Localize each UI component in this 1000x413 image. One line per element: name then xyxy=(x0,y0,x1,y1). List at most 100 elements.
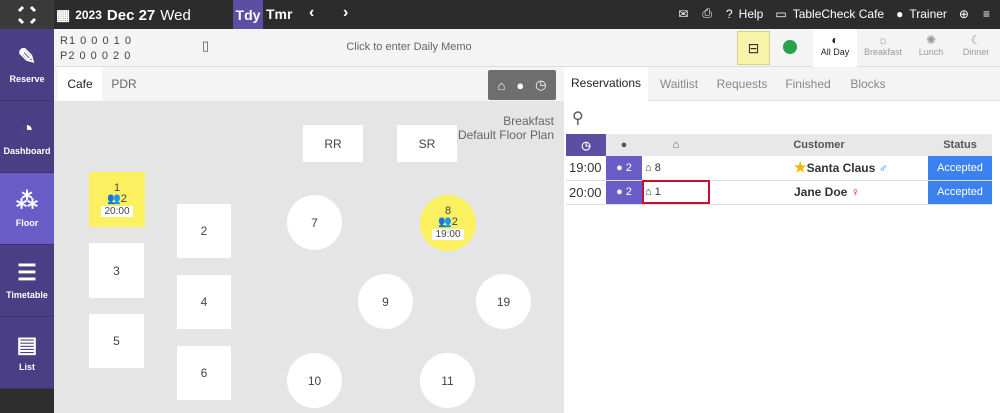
customer-name: Santa Claus xyxy=(806,161,876,176)
pax-count: 2 xyxy=(625,161,632,174)
table-11[interactable]: 11 xyxy=(420,353,475,408)
sidebar-item-dashboard[interactable]: ◔ Dashboard xyxy=(0,101,54,173)
table-19[interactable]: 19 xyxy=(476,274,531,329)
moon-icon: ☾ xyxy=(970,33,982,47)
tab-blocks[interactable]: Blocks xyxy=(843,67,893,101)
reservation-pax: ● 2 xyxy=(606,156,642,181)
reservations-table: ◷ ● ⌂ Customer Status 19:00 ● 2 ⌂ 8 ★San… xyxy=(566,134,992,205)
table-row[interactable]: 19:00 ● 2 ⌂ 8 ★Santa Claus ♂ Accepted xyxy=(566,156,992,181)
online-globe-icon[interactable] xyxy=(783,40,797,54)
print-icon[interactable]: ⎙ xyxy=(702,6,712,21)
floor-plan-name: Default Floor Plan xyxy=(457,128,554,142)
status-column-header[interactable]: Status xyxy=(928,134,992,156)
person-icon[interactable]: ● xyxy=(516,78,524,93)
reservation-table[interactable]: ⌂ 8 xyxy=(642,156,710,181)
user-icon[interactable]: ● xyxy=(896,7,903,21)
table-icon[interactable]: ⌂ xyxy=(497,78,505,93)
reservation-customer[interactable]: ★Santa Claus ♂ xyxy=(710,156,928,181)
search-icon[interactable]: ⚲ xyxy=(572,108,584,128)
app-logo-icon[interactable] xyxy=(0,0,54,29)
sidebar-item-timetable[interactable]: ☰ Timetable xyxy=(0,245,54,317)
meal-tab-breakfast[interactable]: ☼ Breakfast xyxy=(861,33,905,57)
memo-board-icon[interactable]: ⊟ xyxy=(737,31,770,65)
table-7[interactable]: 7 xyxy=(287,195,342,250)
reservation-customer[interactable]: Jane Doe ♀ xyxy=(710,180,928,205)
table-2[interactable]: 2 xyxy=(177,204,231,258)
tab-reservations[interactable]: Reservations xyxy=(564,67,648,101)
sidebar-item-label: Timetable xyxy=(6,289,48,300)
meal-tab-dinner[interactable]: ☾ Dinner xyxy=(954,33,998,57)
table-label: 2 xyxy=(200,224,208,238)
male-icon: ♂ xyxy=(878,161,888,176)
table-1-occupied[interactable]: 1 👥2 20:00 xyxy=(89,172,145,227)
sidebar-item-reserve[interactable]: ✎ Reserve xyxy=(0,29,54,101)
table-label: 4 xyxy=(200,295,208,309)
table-6[interactable]: 6 xyxy=(177,346,231,400)
table-label: 9 xyxy=(382,294,389,309)
table-sr[interactable]: SR xyxy=(397,125,457,162)
help-link[interactable]: Help xyxy=(739,7,764,21)
next-day-chevron-icon[interactable]: › xyxy=(343,4,348,22)
venue-icon[interactable]: ▭ xyxy=(775,7,786,21)
table-rr[interactable]: RR xyxy=(303,125,363,162)
sidebar-item-floor[interactable]: ⁂ Floor xyxy=(0,173,54,245)
pax-column-person-icon[interactable]: ● xyxy=(606,134,642,156)
table-5[interactable]: 5 xyxy=(89,314,144,368)
table-time: 20:00 xyxy=(101,205,133,217)
today-button[interactable]: Tdy xyxy=(233,0,263,29)
customer-name: Jane Doe xyxy=(794,185,848,199)
floor-icon: ⁂ xyxy=(16,187,38,213)
table-label: 7 xyxy=(311,215,318,230)
user-menu[interactable]: Trainer xyxy=(909,7,947,21)
status-strip: R1 0 0 0 1 0 P2 0 0 0 2 0 ▯ Click to ent… xyxy=(54,29,564,67)
language-globe-icon[interactable]: ⊕ xyxy=(959,7,969,21)
status-row-reservations: R1 0 0 0 1 0 xyxy=(60,35,132,47)
floor-view-toggle[interactable]: ⌂ ● ◷ xyxy=(488,70,556,100)
sidebar-item-label: List xyxy=(18,361,35,372)
venue-selector[interactable]: TableCheck Cafe xyxy=(793,7,884,21)
status-badge[interactable]: Accepted xyxy=(928,180,992,205)
help-icon[interactable]: ? xyxy=(726,7,733,21)
pax-count: 2 xyxy=(625,186,632,198)
sidebar-item-label: Floor xyxy=(15,217,39,228)
tomorrow-button[interactable]: Tmr xyxy=(266,6,292,22)
daily-memo-input[interactable]: Click to enter Daily Memo xyxy=(284,41,534,53)
clipboard-icon[interactable]: ▯ xyxy=(202,38,209,54)
mail-icon[interactable]: ✉ xyxy=(678,7,688,21)
clock-icon[interactable]: ◷ xyxy=(535,77,546,93)
date-label: Dec 27 xyxy=(106,6,156,24)
list-icon: ▤ xyxy=(16,331,38,357)
floor-tab-pdr[interactable]: PDR xyxy=(104,67,144,101)
top-bar: ▦ 2023 Dec 27 Wed Tdy Tmr ‹ › ✉ ⎙ ? Help… xyxy=(0,0,1000,29)
table-9[interactable]: 9 xyxy=(358,274,413,329)
prev-day-chevron-icon[interactable]: ‹ xyxy=(309,4,314,22)
table-3[interactable]: 3 xyxy=(89,243,144,298)
table-4[interactable]: 4 xyxy=(177,275,231,329)
tab-finished[interactable]: Finished xyxy=(780,67,836,101)
guests-icon: 👥2 xyxy=(438,216,458,228)
sidebar-item-list[interactable]: ▤ List xyxy=(0,317,54,389)
reservation-time: 20:00 xyxy=(566,180,606,205)
table-label: SR xyxy=(418,136,436,151)
weekday-label: Wed xyxy=(160,6,191,24)
female-icon: ♀ xyxy=(850,185,860,199)
table-8-occupied[interactable]: 8 👥2 19:00 xyxy=(420,195,476,251)
customer-column-header[interactable]: Customer xyxy=(710,134,928,156)
clock-icon[interactable]: ◷ xyxy=(566,134,606,156)
hamburger-menu-icon[interactable]: ≡ xyxy=(983,7,990,21)
meal-tab-lunch[interactable]: ✺ Lunch xyxy=(909,33,953,57)
year-label: 2023 xyxy=(75,8,102,22)
table-row[interactable]: 20:00 ● 2 ⌂ 1 Jane Doe ♀ Accepted xyxy=(566,180,992,205)
table-column-icon[interactable]: ⌂ xyxy=(642,134,710,156)
calendar-icon: ▦ xyxy=(56,7,71,24)
table-10[interactable]: 10 xyxy=(287,353,342,408)
date-display[interactable]: ▦ 2023 Dec 27 Wed xyxy=(56,6,191,25)
reservation-table-selected[interactable]: ⌂ 1 xyxy=(642,180,710,205)
table-number: 8 xyxy=(654,161,661,174)
tab-waitlist[interactable]: Waitlist xyxy=(650,67,708,101)
table-label: 6 xyxy=(200,366,208,380)
meal-tab-all-day[interactable]: ◐ All Day xyxy=(813,33,857,57)
tab-requests[interactable]: Requests xyxy=(712,67,772,101)
status-badge[interactable]: Accepted xyxy=(928,156,992,181)
floor-tab-cafe[interactable]: Cafe xyxy=(58,67,102,101)
